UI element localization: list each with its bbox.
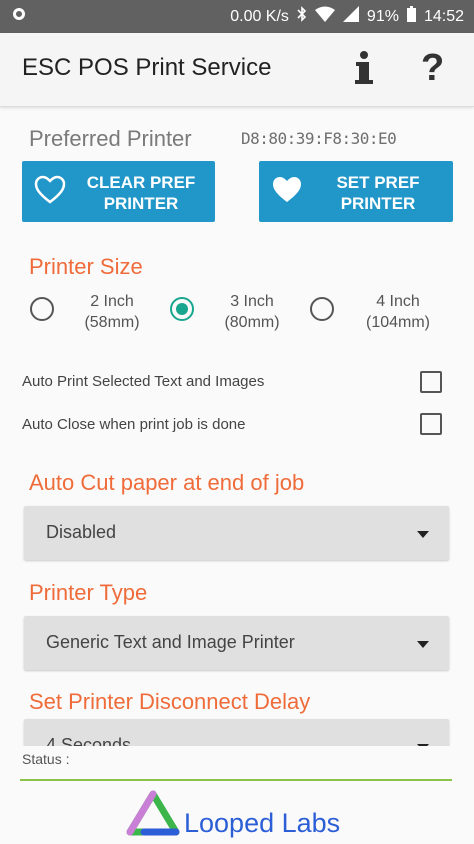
battery-level: 91%	[366, 7, 399, 25]
clear-pref-printer-button[interactable]: CLEAR PREF PRINTER	[22, 161, 215, 222]
printer-type-dropdown[interactable]: Generic Text and Image Printer	[24, 616, 449, 670]
status-bar: 0.00 K/s 91% 14:52	[0, 0, 474, 33]
radio-3-inch-label: 3 Inch (80mm)	[207, 291, 297, 333]
bluetooth-icon	[297, 6, 307, 27]
preferred-printer-mac: D8:80:39:F8:30:E0	[241, 129, 397, 148]
clear-pref-printer-label: CLEAR PREF PRINTER	[86, 173, 196, 213]
app-title: ESC POS Print Service	[22, 54, 272, 81]
clock: 14:52	[423, 7, 464, 25]
radio-3-inch-mm: (80mm)	[224, 314, 280, 331]
network-speed: 0.00 K/s	[230, 7, 289, 25]
radio-4-inch[interactable]	[310, 297, 334, 321]
radio-4-inch-label: 4 Inch (104mm)	[353, 291, 443, 333]
auto-print-label: Auto Print Selected Text and Images	[22, 373, 265, 390]
auto-print-checkbox[interactable]	[420, 371, 442, 393]
preferred-printer-label: Preferred Printer	[29, 126, 192, 151]
wifi-icon	[314, 6, 335, 27]
looped-labs-logo-icon	[126, 790, 180, 836]
radio-2-inch[interactable]	[30, 297, 54, 321]
caret-down-icon	[417, 531, 429, 538]
footer: Status : Looped Labs	[0, 746, 474, 844]
radio-3-inch-size: 3 Inch	[230, 293, 274, 310]
set-pref-printer-label: SET PREF PRINTER	[336, 173, 420, 213]
radio-3-inch[interactable]	[170, 297, 194, 321]
heart-filled-icon	[273, 177, 301, 202]
radio-4-inch-mm: (104mm)	[365, 314, 430, 331]
radio-2-inch-mm: (58mm)	[84, 314, 140, 331]
heart-outline-icon	[34, 175, 66, 204]
caret-down-icon	[417, 641, 429, 648]
app-bar: ESC POS Print Service ?	[0, 33, 474, 107]
screen: 0.00 K/s 91% 14:52 ESC POS Print Service	[0, 0, 474, 844]
status-divider	[20, 779, 452, 781]
radio-4-inch-size: 4 Inch	[376, 293, 420, 310]
help-icon[interactable]: ?	[421, 46, 444, 90]
signal-icon	[342, 6, 359, 27]
auto-close-label: Auto Close when print job is done	[22, 416, 246, 433]
auto-cut-value: Disabled	[46, 522, 117, 542]
auto-cut-dropdown[interactable]: Disabled	[24, 506, 449, 560]
brand-name: Looped Labs	[184, 808, 341, 838]
auto-close-checkbox[interactable]	[420, 413, 442, 435]
status-bar-right: 0.00 K/s 91% 14:52	[230, 0, 464, 33]
status-label: Status :	[22, 751, 70, 767]
info-icon[interactable]	[351, 49, 377, 87]
auto-cut-title: Auto Cut paper at end of job	[29, 470, 305, 495]
printer-size-title: Printer Size	[29, 254, 143, 279]
printer-type-value: Generic Text and Image Printer	[46, 632, 295, 652]
disconnect-delay-title: Set Printer Disconnect Delay	[29, 689, 311, 714]
radio-2-inch-label: 2 Inch (58mm)	[67, 291, 157, 333]
battery-icon	[406, 6, 416, 27]
set-pref-printer-button[interactable]: SET PREF PRINTER	[259, 161, 453, 222]
radio-2-inch-size: 2 Inch	[90, 293, 134, 310]
printer-type-title: Printer Type	[29, 580, 148, 605]
notification-ring-icon	[13, 8, 25, 20]
